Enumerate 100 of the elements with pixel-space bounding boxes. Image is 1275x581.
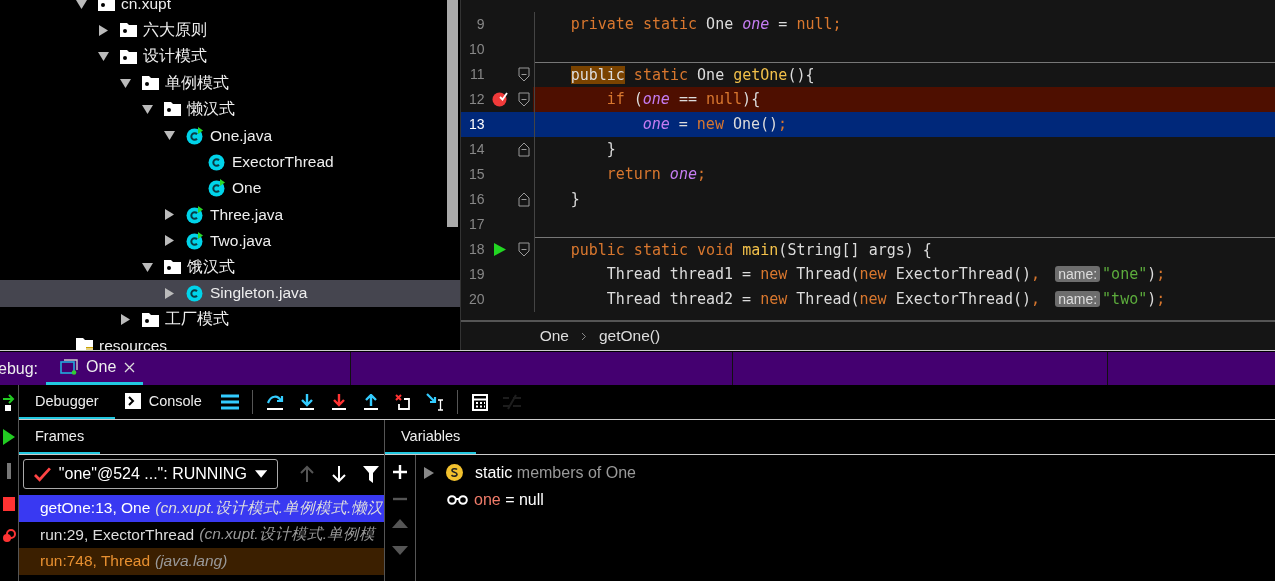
code-line: private static One one = null; xyxy=(570,15,842,33)
add-icon[interactable] xyxy=(393,465,407,479)
tree-item[interactable]: Three.java xyxy=(0,201,460,228)
tree-item[interactable]: ExectorThread xyxy=(0,148,460,176)
line-number: 16 xyxy=(468,191,485,207)
tree-item[interactable]: cn.xupt xyxy=(0,0,460,18)
expanded-arrow-icon[interactable] xyxy=(76,0,87,10)
tree-item[interactable]: 设计模式 xyxy=(0,43,460,70)
down-arrow-icon[interactable] xyxy=(332,465,346,483)
collapsed-arrow-icon[interactable] xyxy=(164,235,175,247)
line-number: 13 xyxy=(468,116,485,132)
step-into-icon[interactable] xyxy=(298,393,315,411)
pause-icon[interactable] xyxy=(5,463,13,479)
expanded-arrow-icon[interactable] xyxy=(142,103,153,115)
runnable-class-icon xyxy=(186,205,204,224)
expanded-arrow-icon[interactable] xyxy=(120,77,131,89)
breakpoints-icon[interactable] xyxy=(2,529,16,543)
runnable-class-icon xyxy=(186,231,204,250)
expanded-arrow-icon[interactable] xyxy=(164,130,175,142)
class-icon xyxy=(208,152,226,171)
force-step-into-icon[interactable] xyxy=(330,393,347,411)
variables-tab[interactable]: Variables xyxy=(385,420,477,454)
package-folder-icon xyxy=(120,49,137,64)
fold-start-icon[interactable] xyxy=(518,91,531,107)
code-line: return one; xyxy=(606,165,706,183)
line-number: 12 xyxy=(468,91,485,107)
variable-entry[interactable]: one = null xyxy=(474,490,544,509)
package-folder-icon xyxy=(164,260,181,275)
checkmark-icon xyxy=(34,466,51,482)
fold-start-icon[interactable] xyxy=(518,66,531,82)
resources-folder-icon xyxy=(76,338,93,350)
tree-item[interactable]: Two.java xyxy=(0,227,460,254)
code-line: one = new One(); xyxy=(642,115,788,133)
stack-frame[interactable]: run:29, ExectorThread (cn.xupt.设计模式.单例模 xyxy=(19,521,384,548)
step-out-icon[interactable] xyxy=(362,393,379,411)
package-folder-icon xyxy=(142,76,159,91)
fold-start-icon[interactable] xyxy=(518,241,531,257)
runnable-class-icon xyxy=(208,179,226,198)
collapsed-arrow-icon[interactable] xyxy=(120,314,131,326)
glasses-icon xyxy=(447,494,468,505)
calculator-icon[interactable] xyxy=(471,393,488,411)
stack-frame[interactable]: getOne:13, One (cn.xupt.设计模式.单例模式.懒汉 xyxy=(19,495,384,522)
code-line: if (one == null){ xyxy=(606,90,761,108)
code-line: Thread thread2 = new Thread(new ExectorThread(), name: "two"); xyxy=(606,290,1166,308)
window-icon xyxy=(60,359,79,375)
tree-item[interactable]: One xyxy=(0,175,460,202)
chevron-icon xyxy=(580,331,587,341)
collapsed-arrow-icon[interactable] xyxy=(164,209,175,220)
code-line: } xyxy=(570,190,580,208)
menu-icon[interactable] xyxy=(220,394,239,410)
code-line: public static void main(String[] args) { xyxy=(570,240,932,259)
code-line: public static One getOne(){ xyxy=(570,65,815,84)
breadcrumb[interactable]: getOne() xyxy=(598,327,661,345)
thread-dropdown[interactable]: "one"@524 ...": RUNNING xyxy=(23,459,278,489)
tree-item[interactable]: 单例模式 xyxy=(0,69,460,97)
collapsed-arrow-icon[interactable] xyxy=(164,287,175,299)
tree-item[interactable]: 饿汉式 xyxy=(0,253,460,281)
run-to-cursor-icon[interactable] xyxy=(425,393,444,411)
line-number: 17 xyxy=(468,216,485,232)
runnable-class-icon xyxy=(186,126,204,145)
caret-icon xyxy=(254,470,267,478)
view-tab[interactable]: Debugger xyxy=(19,385,115,419)
scrollbar-thumb[interactable] xyxy=(446,0,458,227)
rerun-icon[interactable] xyxy=(2,393,16,411)
collapsed-arrow-icon[interactable] xyxy=(98,24,109,36)
stack-frame[interactable]: run:748, Thread (java.lang) xyxy=(19,548,384,575)
console-icon xyxy=(124,393,141,409)
expanded-arrow-icon[interactable] xyxy=(142,261,153,273)
code-line: } xyxy=(606,140,616,158)
tree-item[interactable]: One.java xyxy=(0,122,460,149)
collapsed-arrow-icon[interactable] xyxy=(424,466,434,479)
package-folder-icon xyxy=(164,102,181,117)
tree-item[interactable]: 六大原则 xyxy=(0,17,460,44)
tree-item[interactable]: 懒汉式 xyxy=(0,96,460,123)
expanded-arrow-icon[interactable] xyxy=(98,51,109,63)
frames-tab[interactable]: Frames xyxy=(19,420,101,454)
line-number: 9 xyxy=(475,16,485,32)
step-over-icon[interactable] xyxy=(265,393,284,411)
line-number: 15 xyxy=(468,166,485,182)
static-badge-icon xyxy=(446,464,463,481)
line-number: 11 xyxy=(469,66,485,82)
line-number: 20 xyxy=(468,291,485,307)
resume-icon[interactable] xyxy=(3,429,15,445)
run-icon[interactable] xyxy=(493,242,506,256)
filter-icon[interactable] xyxy=(363,465,379,483)
fold-end-icon[interactable] xyxy=(518,141,531,157)
line-number: 14 xyxy=(468,141,485,157)
breakpoint-icon[interactable] xyxy=(491,91,508,107)
view-tab[interactable]: Console xyxy=(114,385,214,419)
tree-item[interactable]: 工厂模式 xyxy=(0,306,460,333)
fold-end-icon[interactable] xyxy=(518,191,531,207)
variable-entry[interactable]: static members of One xyxy=(475,463,636,482)
package-folder-icon xyxy=(120,23,137,38)
line-number: 18 xyxy=(468,241,485,257)
line-number: 19 xyxy=(468,266,485,282)
close-icon[interactable] xyxy=(124,361,136,373)
drop-frame-icon[interactable] xyxy=(394,393,411,411)
breadcrumb[interactable]: One xyxy=(539,327,569,345)
debug-tab[interactable]: One xyxy=(46,352,144,385)
tree-item[interactable]: Singleton.java xyxy=(0,280,460,307)
